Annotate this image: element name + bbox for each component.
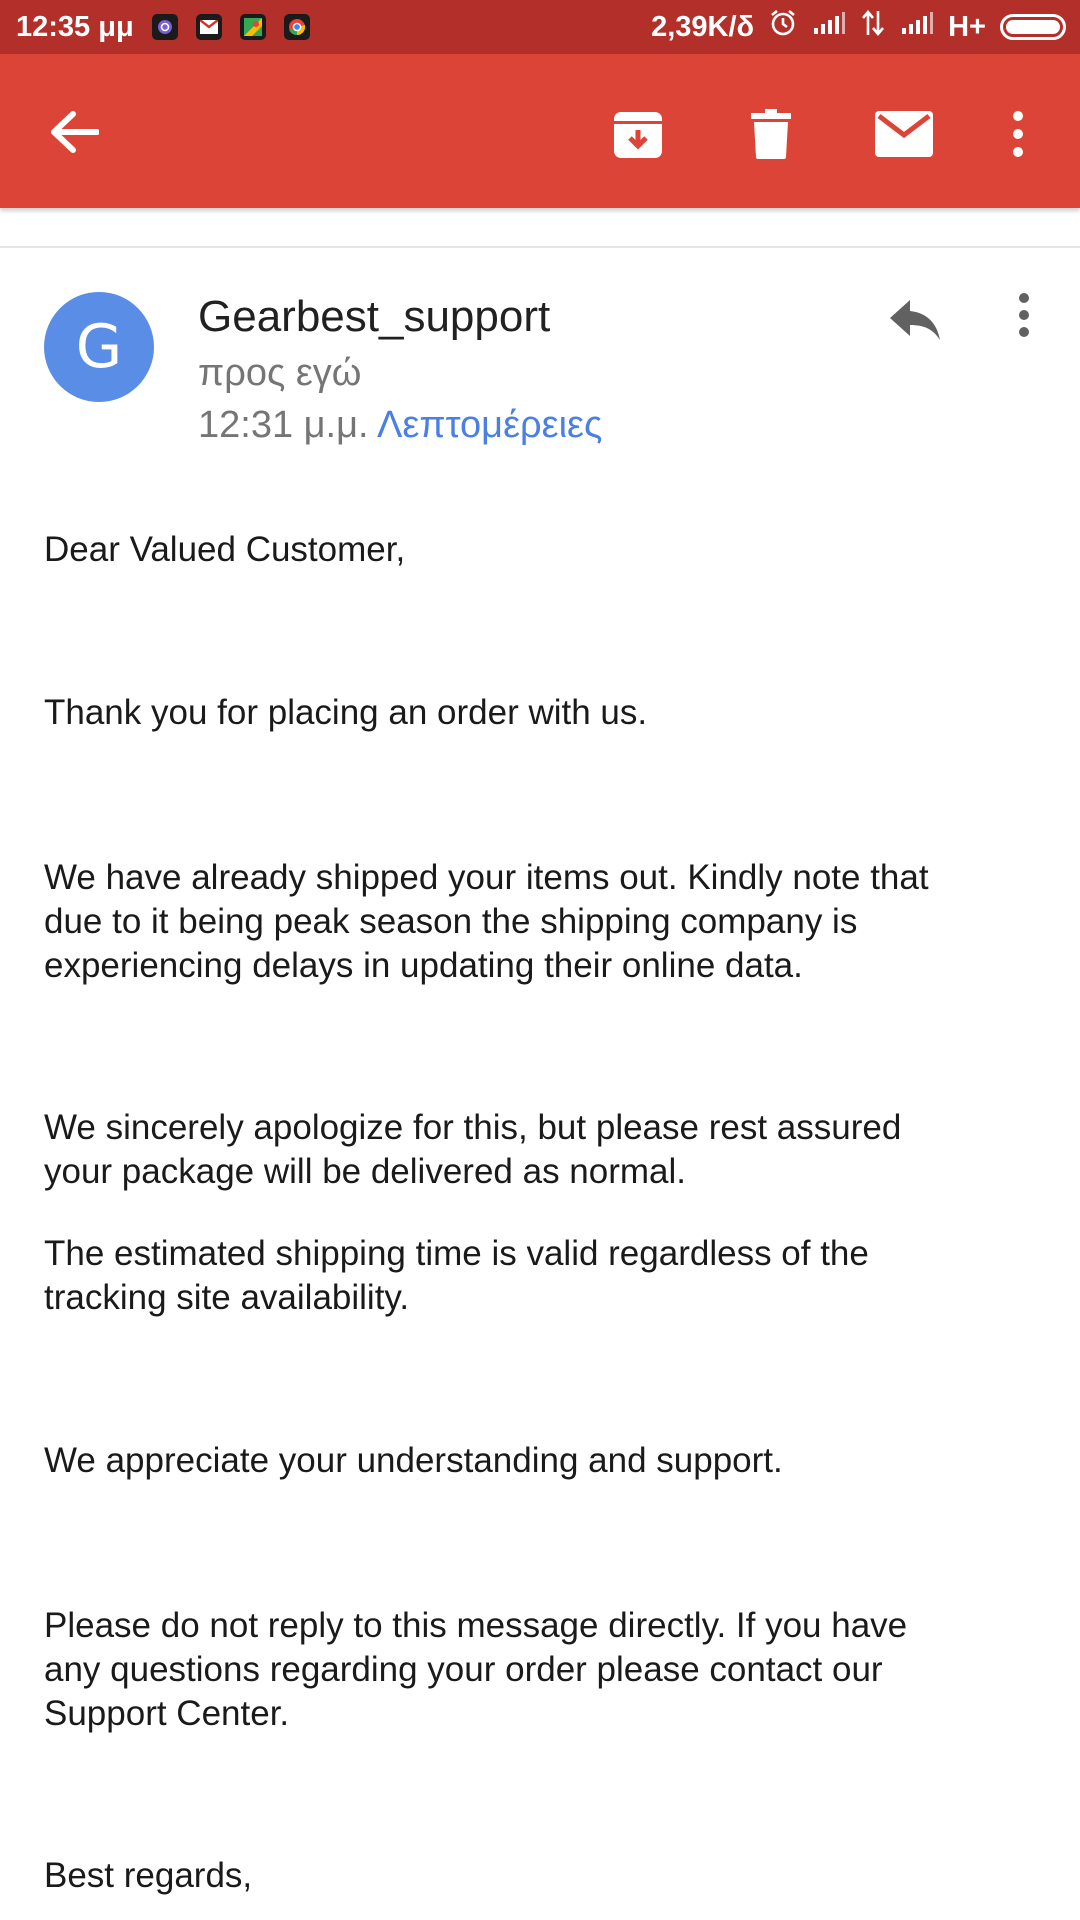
chrome-icon xyxy=(283,14,310,40)
mark-unread-button[interactable] xyxy=(868,102,940,166)
back-button[interactable] xyxy=(38,96,110,168)
body-line: Support Center. xyxy=(44,1694,290,1733)
signal-icon xyxy=(812,10,846,44)
reply-button[interactable] xyxy=(880,288,952,352)
status-right: 2,39K/δ H+ xyxy=(651,8,1066,46)
message-time: 12:31 μ.μ. xyxy=(198,404,369,446)
maps-icon xyxy=(239,14,266,40)
body-paragraph-1: Thank you for placing an order with us. xyxy=(44,693,648,732)
avatar-letter: G xyxy=(75,312,123,382)
body-line: The estimated shipping time is valid reg… xyxy=(44,1234,869,1273)
network-speed: 2,39K/δ xyxy=(651,10,755,43)
header-divider xyxy=(0,246,1080,248)
body-paragraph-4: The estimated shipping time is valid reg… xyxy=(44,1232,1024,1320)
body-greeting: Dear Valued Customer, xyxy=(44,530,406,569)
body-line: We have already shipped your items out. … xyxy=(44,858,929,897)
body-line: experiencing delays in updating their on… xyxy=(44,946,803,985)
sender-name: Gearbest_support xyxy=(198,292,551,341)
body-closing: Best regards, xyxy=(44,1856,253,1895)
details-link[interactable]: Λεπτομέρειες xyxy=(377,404,602,446)
mark-unread-icon xyxy=(875,111,933,157)
body-line: any questions regarding your order pleas… xyxy=(44,1650,883,1689)
battery-icon xyxy=(1000,14,1066,40)
gmail-icon xyxy=(195,14,222,40)
more-options-button[interactable] xyxy=(1000,102,1036,166)
body-line: Please do not reply to this message dire… xyxy=(44,1606,908,1645)
message-more-button[interactable] xyxy=(1006,288,1042,342)
sender-avatar[interactable]: G xyxy=(44,292,154,402)
body-line: tracking site availability. xyxy=(44,1278,410,1317)
reply-icon xyxy=(890,300,940,340)
recipient-line: προς εγώ xyxy=(198,352,362,394)
body-line: We sincerely apologize for this, but ple… xyxy=(44,1108,902,1147)
signal-icon-secondary xyxy=(900,10,934,44)
body-paragraph-2: We have already shipped your items out. … xyxy=(44,856,1024,988)
delete-icon xyxy=(751,109,791,159)
data-transfer-icon xyxy=(860,9,886,45)
message-meta: 12:31 μ.μ. Λεπτομέρειες xyxy=(198,404,602,447)
body-paragraph-5: We appreciate your understanding and sup… xyxy=(44,1441,783,1480)
status-time: 12:35 μμ xyxy=(16,10,134,43)
back-arrow-icon xyxy=(51,111,99,153)
status-bar: 12:35 μμ 2,39K/δ H+ xyxy=(0,0,1080,54)
body-paragraph-6: Please do not reply to this message dire… xyxy=(44,1604,1024,1736)
status-left: 12:35 μμ xyxy=(16,11,310,44)
archive-button[interactable] xyxy=(602,102,674,166)
body-line: your package will be delivered as normal… xyxy=(44,1152,686,1191)
viber-icon xyxy=(151,14,178,40)
body-line: due to it being peak season the shipping… xyxy=(44,902,858,941)
more-vert-icon xyxy=(1013,111,1023,157)
app-bar xyxy=(0,54,1080,208)
delete-button[interactable] xyxy=(738,102,804,166)
network-type: H+ xyxy=(948,10,986,43)
alarm-icon xyxy=(768,8,798,46)
more-vert-icon xyxy=(1019,293,1029,337)
archive-icon xyxy=(614,112,662,158)
body-paragraph-3: We sincerely apologize for this, but ple… xyxy=(44,1106,1024,1194)
